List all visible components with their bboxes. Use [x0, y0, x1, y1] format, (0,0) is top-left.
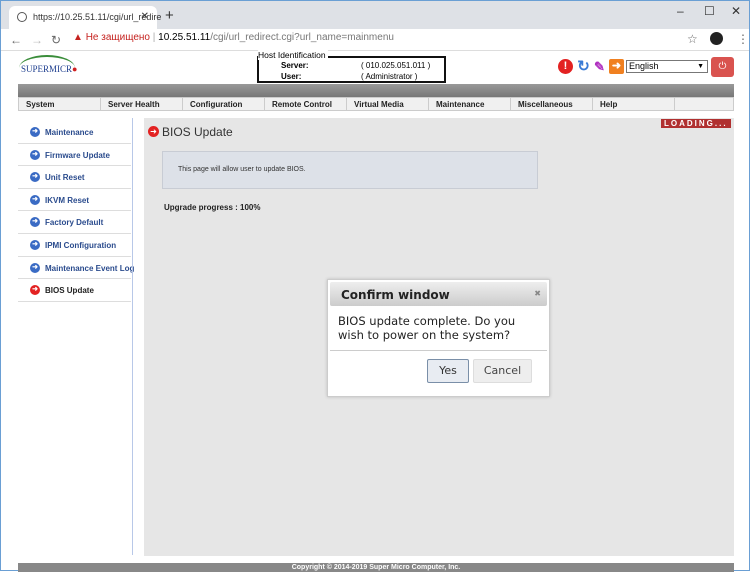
- page-title: ➜ BIOS Update: [148, 125, 233, 139]
- upgrade-progress: Upgrade progress : 100%: [164, 203, 261, 212]
- alert-icon[interactable]: !: [558, 59, 573, 74]
- sidebar-item-factory-default[interactable]: ➜ Factory Default: [18, 211, 131, 234]
- browser-tab-bar: https://10.25.51.11/cgi/url_redire ✕ + – …: [1, 1, 749, 29]
- language-select[interactable]: English ▼: [626, 60, 708, 73]
- menu-server-health[interactable]: Server Health: [101, 98, 183, 110]
- server-label: Server:: [281, 61, 309, 70]
- minimize-button[interactable]: –: [677, 4, 684, 18]
- confirm-dialog: Confirm window ✖ BIOS update complete. Do…: [327, 279, 550, 397]
- user-value: ( Administrator ): [361, 72, 418, 81]
- sidebar-item-label: BIOS Update: [45, 286, 94, 296]
- sidebar-item-ipmi-configuration[interactable]: ➜ IPMI Configuration: [18, 234, 131, 257]
- main-menu: System Server Health Configuration Remot…: [18, 97, 734, 111]
- dialog-header: Confirm window ✖: [330, 282, 547, 306]
- close-window-button[interactable]: ✕: [731, 4, 741, 18]
- page-title-text: BIOS Update: [162, 125, 233, 139]
- cancel-button[interactable]: Cancel: [473, 359, 532, 383]
- arrow-icon: ➜: [148, 126, 159, 137]
- globe-icon: [17, 12, 27, 22]
- sidebar-item-label: Firmware Update: [45, 150, 110, 160]
- sidebar-item-label: Maintenance: [45, 128, 94, 137]
- dialog-divider: [330, 350, 547, 351]
- arrow-icon: ➜: [30, 172, 40, 183]
- menu-miscellaneous[interactable]: Miscellaneous: [511, 98, 593, 110]
- language-value: English: [629, 61, 659, 71]
- url-host: 10.25.51.11: [158, 32, 211, 43]
- menu-help[interactable]: Help: [593, 98, 675, 110]
- back-icon[interactable]: ←: [10, 33, 22, 47]
- loading-indicator: LOADING...: [661, 119, 731, 128]
- sidebar-item-maintenance-event-log[interactable]: ➜ Maintenance Event Log: [18, 257, 135, 280]
- header-bar: [18, 84, 734, 97]
- menu-configuration[interactable]: Configuration: [183, 98, 265, 110]
- sidebar-item-label: Unit Reset: [45, 173, 85, 183]
- arrow-icon: ➜: [30, 239, 40, 250]
- security-warning: Не защищено: [85, 32, 150, 43]
- sidebar-item-bios-update[interactable]: ➜ BIOS Update: [18, 279, 131, 302]
- logout-icon[interactable]: ➜: [609, 59, 624, 74]
- feather-icon[interactable]: ✎: [592, 59, 607, 74]
- bookmark-star-icon[interactable]: ☆: [687, 32, 698, 46]
- arrow-icon: ➜: [30, 194, 40, 205]
- close-icon[interactable]: ✖: [534, 289, 541, 298]
- dialog-message: BIOS update complete. Do you wish to pow…: [338, 314, 516, 342]
- forward-icon[interactable]: →: [31, 33, 43, 47]
- power-button[interactable]: ⏻: [711, 57, 734, 77]
- chevron-down-icon: ▼: [697, 63, 704, 70]
- arrow-icon: ➜: [30, 262, 40, 273]
- reload-icon[interactable]: ↻: [51, 33, 61, 47]
- sidebar-item-label: IKVM Reset: [45, 195, 90, 205]
- sidebar-divider: [132, 118, 133, 555]
- new-tab-button[interactable]: +: [165, 7, 174, 24]
- yes-button[interactable]: Yes: [427, 359, 469, 383]
- arrow-icon: ➜: [30, 217, 40, 228]
- sidebar: ➜ Maintenance ➜ Firmware Update ➜ Unit Rese…: [18, 121, 135, 302]
- sidebar-item-ikvm-reset[interactable]: ➜ IKVM Reset: [18, 189, 131, 212]
- arrow-icon: ➜: [30, 127, 40, 137]
- user-label: User:: [281, 72, 302, 81]
- close-tab-icon[interactable]: ✕: [141, 11, 149, 22]
- supermicro-logo: SUPERMICR●: [19, 55, 77, 81]
- sidebar-item-label: Maintenance Event Log: [45, 263, 135, 273]
- menu-dots-icon[interactable]: ⋮: [737, 32, 749, 46]
- url-field[interactable]: ▲ Не защищено | 10.25.51.11/cgi/url_redi…: [73, 32, 394, 43]
- url-path: /cgi/url_redirect.cgi?url_name=mainmenu: [210, 32, 394, 43]
- sidebar-item-label: Factory Default: [45, 218, 104, 228]
- host-identification-label: Host Identification: [258, 50, 328, 60]
- host-identification-box: Server: ( 010.025.051.011 ) User: ( Admini…: [257, 56, 446, 83]
- menu-virtual-media[interactable]: Virtual Media: [347, 98, 429, 110]
- arrow-icon: ➜: [30, 149, 40, 160]
- browser-tab[interactable]: https://10.25.51.11/cgi/url_redire ✕: [9, 6, 161, 29]
- menu-remote-control[interactable]: Remote Control: [265, 98, 347, 110]
- arrow-icon: ➜: [30, 285, 40, 296]
- maximize-button[interactable]: ☐: [704, 4, 715, 18]
- info-box: This page will allow user to update BIOS…: [162, 151, 538, 189]
- menu-system[interactable]: System: [19, 98, 101, 110]
- address-bar: ← → ↻ ▲ Не защищено | 10.25.51.11/cgi/ur…: [1, 29, 749, 51]
- refresh-icon[interactable]: ↻: [576, 59, 591, 74]
- warning-icon: ▲: [73, 32, 86, 43]
- sidebar-item-firmware-update[interactable]: ➜ Firmware Update: [18, 144, 131, 167]
- sidebar-item-maintenance[interactable]: ➜ Maintenance: [18, 121, 131, 144]
- profile-avatar[interactable]: [710, 32, 723, 45]
- sidebar-item-unit-reset[interactable]: ➜ Unit Reset: [18, 166, 131, 189]
- server-value: ( 010.025.051.011 ): [361, 61, 431, 70]
- menu-maintenance[interactable]: Maintenance: [429, 98, 511, 110]
- sidebar-item-label: IPMI Configuration: [45, 240, 117, 250]
- dialog-title: Confirm window: [341, 288, 450, 302]
